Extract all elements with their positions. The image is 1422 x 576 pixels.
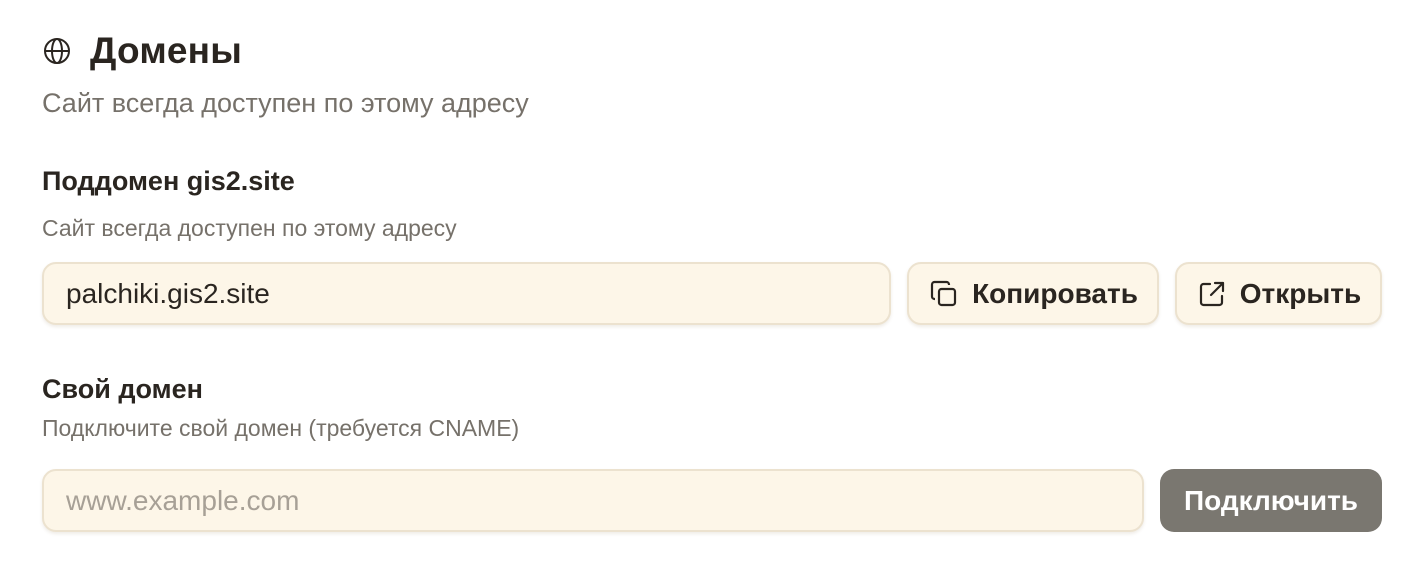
connect-button[interactable]: Подключить: [1160, 469, 1382, 532]
custom-domain-hint: Подключите свой домен (требуется CNAME): [42, 415, 520, 441]
copy-button[interactable]: Копировать: [907, 262, 1159, 325]
section-subtitle: Сайт всегда доступен по этому адресу: [42, 88, 529, 118]
copy-icon: [928, 278, 960, 310]
copy-button-label: Копировать: [972, 277, 1138, 309]
open-button[interactable]: Открыть: [1175, 262, 1382, 325]
custom-domain-input[interactable]: [42, 469, 1144, 532]
section-title: Домены: [90, 30, 243, 71]
globe-icon: [42, 36, 72, 66]
external-link-icon: [1196, 278, 1228, 310]
section-header: Домены: [42, 30, 242, 72]
subdomain-title: Поддомен gis2.site: [42, 166, 295, 196]
open-button-label: Открыть: [1239, 277, 1362, 309]
connect-button-label: Подключить: [1183, 484, 1358, 516]
custom-domain-title: Свой домен: [42, 374, 203, 404]
subdomain-value: palchiki.gis2.site: [66, 277, 270, 309]
subdomain-field[interactable]: palchiki.gis2.site: [42, 262, 891, 325]
domains-panel: Домены Сайт всегда доступен по этому адр…: [0, 0, 1422, 576]
subdomain-hint: Сайт всегда доступен по этому адресу: [42, 215, 457, 241]
